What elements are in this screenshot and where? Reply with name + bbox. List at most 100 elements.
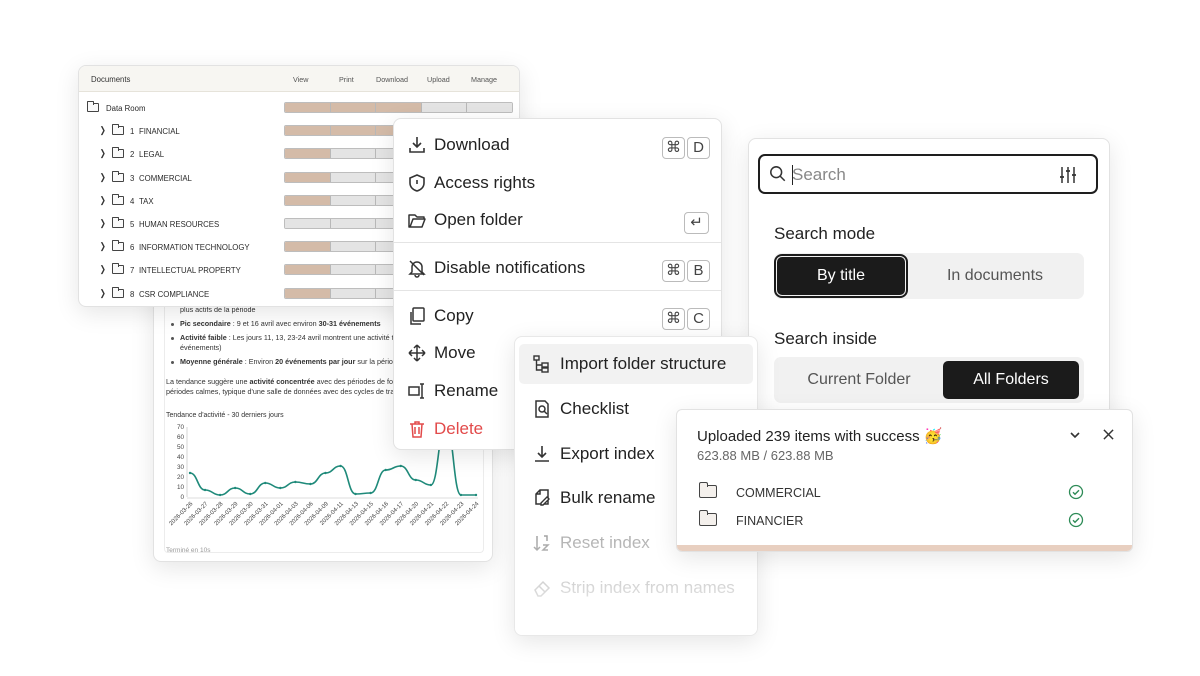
menu-item-access-rights[interactable]: Access rights — [394, 163, 721, 201]
tree-folder-index: 2 — [130, 150, 135, 160]
permission-segment[interactable] — [421, 103, 468, 112]
submenu-item-import-folder-structure[interactable]: Import folder structure — [519, 344, 753, 384]
close-icon[interactable] — [1103, 429, 1114, 440]
folder-open-icon — [408, 214, 426, 228]
tree-folder-index: 6 — [130, 243, 135, 253]
search-icon — [770, 166, 786, 182]
chevron-right-icon[interactable]: ❯ — [100, 218, 106, 229]
permission-segment[interactable] — [330, 265, 377, 275]
chevron-right-icon[interactable]: ❯ — [100, 264, 106, 275]
tree-root-label: Data Room — [106, 104, 146, 113]
bulk-rename-icon — [535, 489, 550, 506]
chevron-right-icon[interactable]: ❯ — [100, 288, 106, 299]
menu-item-copy[interactable]: Copy ⌘ C — [394, 296, 721, 334]
data-point — [279, 486, 282, 490]
scope-all-folders[interactable]: All Folders — [943, 361, 1079, 399]
download-icon — [409, 137, 425, 153]
data-point — [264, 481, 267, 485]
scope-current-folder[interactable]: Current Folder — [777, 361, 941, 399]
trash-icon — [410, 421, 424, 438]
data-point — [369, 491, 372, 495]
search-box — [758, 154, 1098, 194]
menu-item-label: Delete — [434, 419, 484, 438]
submenu-item-strip-index[interactable]: Strip index from names — [519, 568, 753, 608]
folder-icon — [87, 101, 99, 112]
shortcut-key: ⌘ — [662, 308, 685, 330]
mode-by-title[interactable]: By title — [774, 254, 908, 298]
permission-segment[interactable] — [285, 126, 331, 136]
permission-segment[interactable] — [285, 149, 331, 159]
menu-separator — [394, 290, 721, 291]
permission-segment[interactable] — [330, 195, 377, 205]
permission-segment[interactable] — [285, 242, 331, 252]
chevron-right-icon[interactable]: ❯ — [100, 125, 106, 136]
tree-folder-index: 1 — [130, 127, 135, 137]
tree-folder-index: 8 — [130, 289, 135, 299]
filter-settings-icon[interactable] — [1058, 165, 1078, 185]
menu-item-disable-notifications[interactable]: Disable notifications ⌘ B — [394, 248, 721, 286]
permission-segment[interactable] — [285, 103, 331, 112]
menu-item-download[interactable]: Download ⌘ D — [394, 125, 721, 163]
chevron-right-icon[interactable]: ❯ — [100, 241, 106, 252]
col-view: View — [293, 75, 309, 84]
documents-title: Documents — [91, 75, 131, 84]
chevron-right-icon[interactable]: ❯ — [100, 148, 106, 159]
data-point — [309, 482, 312, 486]
submenu-item-label: Bulk rename — [560, 488, 656, 507]
tree-root-row[interactable]: Data Room — [79, 96, 519, 119]
check-circle-icon — [1068, 512, 1084, 528]
y-tick-label: 0 — [180, 494, 184, 501]
permission-segment[interactable] — [330, 172, 377, 182]
folder-icon — [112, 170, 124, 182]
search-mode-label: Search mode — [774, 224, 876, 243]
menu-item-open-folder[interactable]: Open folder ↵ — [394, 200, 721, 238]
permission-segment[interactable] — [285, 265, 331, 275]
submenu-item-label: Checklist — [560, 399, 629, 418]
permission-segment[interactable] — [467, 103, 512, 112]
search-input[interactable] — [792, 164, 1042, 186]
eraser-icon — [534, 580, 551, 597]
menu-item-label: Download — [434, 135, 510, 154]
folder-icon — [112, 147, 124, 159]
permission-segment[interactable] — [376, 103, 422, 112]
folder-icon — [112, 286, 124, 298]
permission-segment[interactable] — [330, 219, 377, 228]
permission-segment[interactable] — [285, 172, 331, 182]
permission-level-bar[interactable] — [284, 102, 513, 113]
permission-segment[interactable] — [330, 103, 377, 112]
chevron-right-icon[interactable]: ❯ — [100, 172, 106, 183]
upload-item-name: COMMERCIAL — [736, 486, 821, 500]
tree-folder-index: 3 — [130, 173, 135, 183]
upload-size: 623.88 MB / 623.88 MB — [697, 448, 834, 463]
chevron-right-icon[interactable]: ❯ — [100, 195, 106, 206]
permission-segment[interactable] — [330, 288, 377, 298]
data-point — [459, 493, 463, 497]
menu-item-label: Access rights — [434, 173, 536, 192]
data-point — [233, 486, 237, 490]
permission-segment[interactable] — [330, 242, 377, 252]
copy-icon — [410, 307, 425, 325]
mode-in-documents[interactable]: In documents — [909, 257, 1081, 295]
permission-segment[interactable] — [330, 149, 377, 159]
permission-segment[interactable] — [285, 195, 331, 205]
col-upload: Upload — [427, 75, 450, 84]
y-tick-label: 20 — [177, 474, 185, 481]
submenu-item-label: Import folder structure — [560, 354, 727, 373]
y-tick-label: 40 — [177, 454, 185, 461]
permission-segment[interactable] — [330, 126, 377, 136]
submenu-item-label: Reset index — [560, 533, 650, 552]
tree-folder-label: TAX — [139, 196, 154, 206]
data-point — [294, 480, 297, 484]
menu-item-label: Rename — [434, 381, 499, 400]
tree-folder-label: INFORMATION TECHNOLOGY — [139, 243, 250, 253]
upload-item: COMMERCIAL — [697, 481, 1097, 505]
chevron-down-icon[interactable] — [1069, 429, 1081, 441]
data-point — [324, 471, 327, 475]
move-icon — [408, 344, 426, 362]
data-point — [384, 468, 387, 472]
permission-segment[interactable] — [285, 219, 331, 228]
col-manage: Manage — [471, 75, 497, 84]
folder-icon — [112, 217, 124, 228]
permission-segment[interactable] — [285, 288, 331, 298]
export-icon — [535, 446, 549, 462]
